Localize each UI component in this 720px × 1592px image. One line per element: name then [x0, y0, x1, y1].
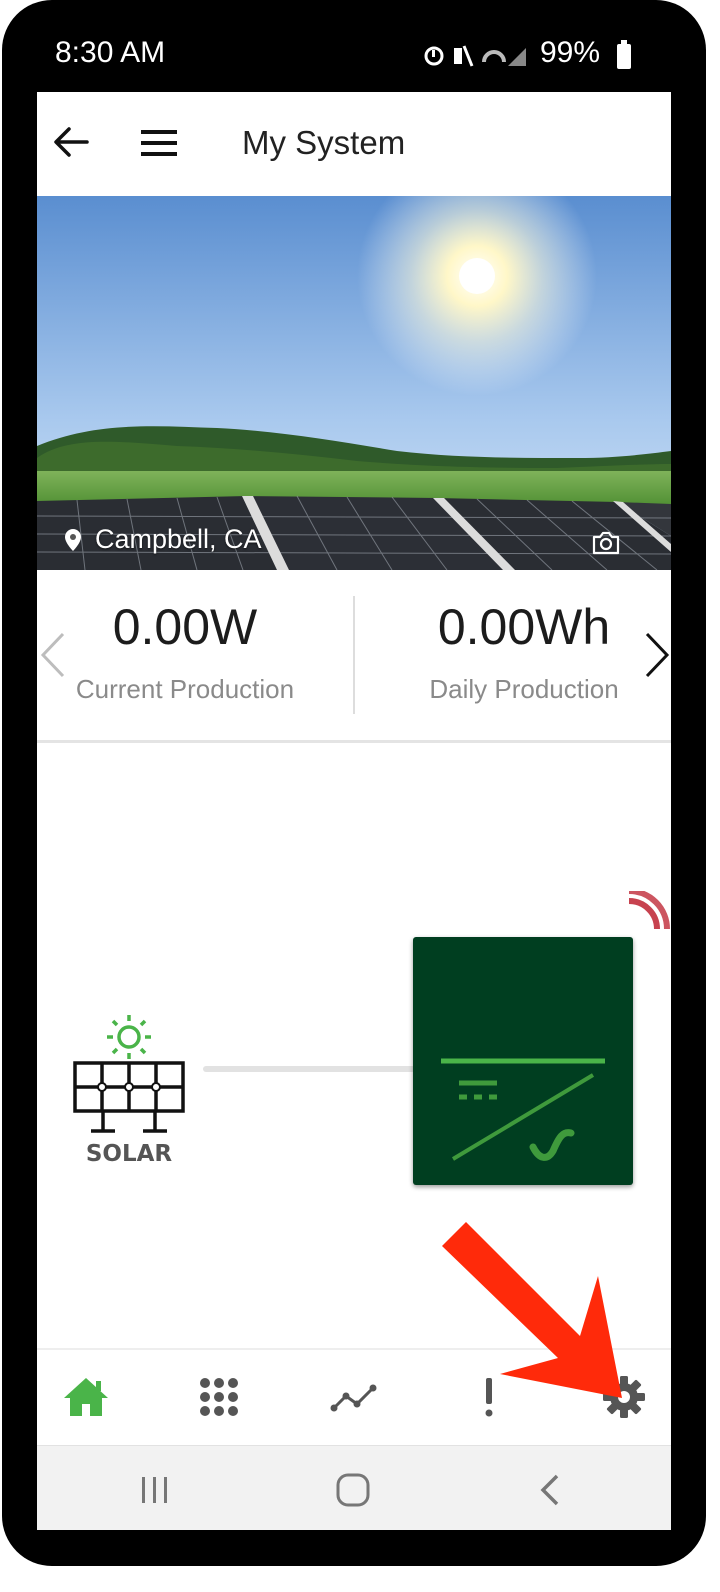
- location-pin-icon: [65, 528, 81, 551]
- status-bar: 8:30 AM 99%: [0, 0, 720, 92]
- system-navigation-bar: [37, 1445, 671, 1530]
- camera-icon[interactable]: [591, 530, 621, 556]
- home-icon[interactable]: [61, 1372, 111, 1422]
- apps-grid-icon[interactable]: [194, 1372, 244, 1422]
- settings-gear-icon[interactable]: [599, 1372, 649, 1422]
- hamburger-menu-icon[interactable]: [139, 124, 179, 164]
- app-bar: My System: [37, 92, 671, 196]
- daily-production-value: 0.00Wh: [437, 599, 611, 655]
- daily-production-stat: 0.00Wh Daily Production: [399, 598, 649, 705]
- back-arrow-icon[interactable]: [51, 122, 91, 162]
- status-time: 8:30 AM: [55, 36, 166, 69]
- production-summary: 0.00W Current Production 0.00Wh Daily Pr…: [37, 570, 671, 743]
- status-icons: [424, 45, 526, 67]
- recent-apps-icon[interactable]: [135, 1470, 175, 1510]
- battery-percent: 99%: [540, 36, 601, 69]
- connection-signal-icon: [628, 891, 670, 930]
- battery-icon: [617, 40, 631, 69]
- location-label: Campbell, CA: [65, 524, 262, 555]
- flow-connector-line: [203, 1066, 415, 1072]
- home-button-icon[interactable]: [333, 1470, 373, 1510]
- solar-label: SOLAR: [85, 1141, 173, 1167]
- solar-panel-icon[interactable]: [73, 1011, 185, 1135]
- stat-divider: [353, 596, 355, 714]
- solar-farm-image: [37, 196, 671, 570]
- bottom-navigation: [37, 1348, 671, 1446]
- inverter-dc-ac-icon: [441, 1058, 605, 1161]
- back-button-icon[interactable]: [531, 1470, 571, 1510]
- current-production-value: 0.00W: [112, 599, 258, 655]
- trend-chart-icon[interactable]: [329, 1372, 379, 1422]
- daily-production-label: Daily Production: [429, 674, 619, 704]
- current-production-label: Current Production: [75, 674, 295, 704]
- system-photo: Campbell, CA: [37, 196, 671, 570]
- app-screen: My System Campbell, CA 0.00W Current Pro…: [37, 92, 671, 1530]
- chevron-right-icon[interactable]: [643, 630, 671, 680]
- alert-icon[interactable]: [464, 1372, 514, 1422]
- current-production-stat: 0.00W Current Production: [55, 598, 315, 705]
- inverter-tile[interactable]: [413, 937, 633, 1185]
- energy-flow-diagram: SOLAR: [37, 743, 671, 1347]
- location-text: Campbell, CA: [95, 524, 262, 554]
- page-title: My System: [242, 124, 406, 161]
